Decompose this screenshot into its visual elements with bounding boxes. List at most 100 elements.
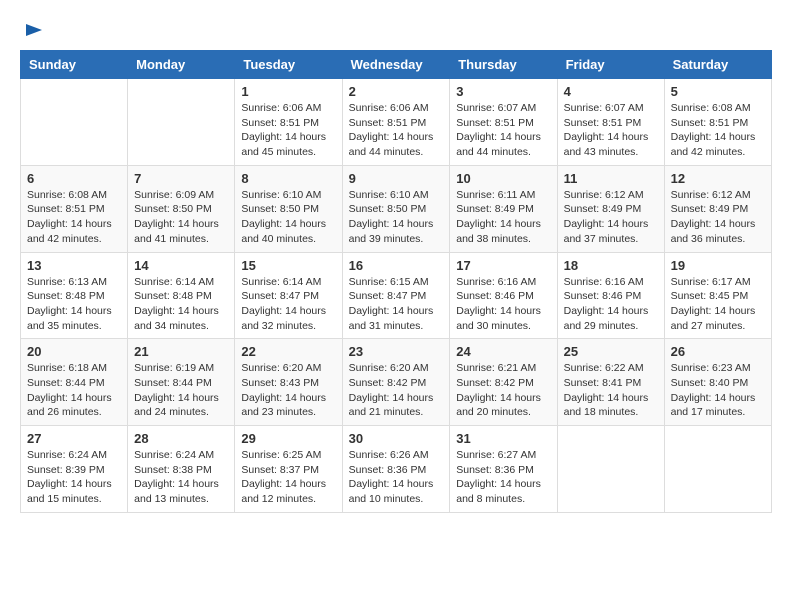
day-info: Sunrise: 6:06 AM Sunset: 8:51 PM Dayligh… [349,101,444,160]
calendar-cell: 17 Sunrise: 6:16 AM Sunset: 8:46 PM Dayli… [450,252,557,339]
calendar-cell [557,426,664,513]
calendar-cell: 22 Sunrise: 6:20 AM Sunset: 8:43 PM Dayli… [235,339,342,426]
calendar-cell: 8 Sunrise: 6:10 AM Sunset: 8:50 PM Daylig… [235,165,342,252]
day-number: 22 [241,344,335,359]
calendar-cell: 25 Sunrise: 6:22 AM Sunset: 8:41 PM Dayli… [557,339,664,426]
logo-flag-icon [22,20,46,44]
calendar-week-row: 13Sunrise: 6:13 AM Sunset: 8:48 PM Dayli… [21,252,772,339]
day-info: Sunrise: 6:15 AM Sunset: 8:47 PM Dayligh… [349,275,444,334]
day-info: Sunrise: 6:10 AM Sunset: 8:50 PM Dayligh… [349,188,444,247]
calendar-cell: 26 Sunrise: 6:23 AM Sunset: 8:40 PM Dayli… [664,339,771,426]
calendar-cell: 1Sunrise: 6:06 AM Sunset: 8:51 PM Daylig… [235,79,342,166]
logo [20,20,46,40]
calendar-header-row: SundayMondayTuesdayWednesdayThursdayFrid… [21,51,772,79]
calendar-cell: 18 Sunrise: 6:16 AM Sunset: 8:46 PM Dayli… [557,252,664,339]
day-info: Sunrise: 6:23 AM Sunset: 8:40 PM Dayligh… [671,361,765,420]
day-info: Sunrise: 6:20 AM Sunset: 8:42 PM Dayligh… [349,361,444,420]
day-number: 25 [564,344,658,359]
day-number: 23 [349,344,444,359]
calendar-week-row: 1Sunrise: 6:06 AM Sunset: 8:51 PM Daylig… [21,79,772,166]
day-info: Sunrise: 6:19 AM Sunset: 8:44 PM Dayligh… [134,361,228,420]
calendar-cell: 24 Sunrise: 6:21 AM Sunset: 8:42 PM Dayli… [450,339,557,426]
calendar-cell: 29 Sunrise: 6:25 AM Sunset: 8:37 PM Dayli… [235,426,342,513]
day-number: 13 [27,258,121,273]
calendar-week-row: 6Sunrise: 6:08 AM Sunset: 8:51 PM Daylig… [21,165,772,252]
weekday-header-friday: Friday [557,51,664,79]
day-info: Sunrise: 6:21 AM Sunset: 8:42 PM Dayligh… [456,361,550,420]
day-info: Sunrise: 6:07 AM Sunset: 8:51 PM Dayligh… [564,101,658,160]
day-number: 8 [241,171,335,186]
day-info: Sunrise: 6:25 AM Sunset: 8:37 PM Dayligh… [241,448,335,507]
day-number: 27 [27,431,121,446]
calendar-cell [21,79,128,166]
calendar-cell: 16Sunrise: 6:15 AM Sunset: 8:47 PM Dayli… [342,252,450,339]
day-info: Sunrise: 6:12 AM Sunset: 8:49 PM Dayligh… [564,188,658,247]
day-info: Sunrise: 6:18 AM Sunset: 8:44 PM Dayligh… [27,361,121,420]
weekday-header-wednesday: Wednesday [342,51,450,79]
calendar-cell: 9 Sunrise: 6:10 AM Sunset: 8:50 PM Daylig… [342,165,450,252]
day-info: Sunrise: 6:22 AM Sunset: 8:41 PM Dayligh… [564,361,658,420]
weekday-header-sunday: Sunday [21,51,128,79]
calendar-cell: 13Sunrise: 6:13 AM Sunset: 8:48 PM Dayli… [21,252,128,339]
day-number: 14 [134,258,228,273]
page-header [20,20,772,40]
day-info: Sunrise: 6:20 AM Sunset: 8:43 PM Dayligh… [241,361,335,420]
calendar-week-row: 20 Sunrise: 6:18 AM Sunset: 8:44 PM Dayli… [21,339,772,426]
calendar-cell: 12 Sunrise: 6:12 AM Sunset: 8:49 PM Dayli… [664,165,771,252]
day-number: 2 [349,84,444,99]
day-number: 11 [564,171,658,186]
calendar-cell: 7 Sunrise: 6:09 AM Sunset: 8:50 PM Daylig… [128,165,235,252]
day-number: 3 [456,84,550,99]
day-number: 12 [671,171,765,186]
calendar-cell: 4 Sunrise: 6:07 AM Sunset: 8:51 PM Daylig… [557,79,664,166]
day-info: Sunrise: 6:09 AM Sunset: 8:50 PM Dayligh… [134,188,228,247]
day-number: 29 [241,431,335,446]
day-number: 24 [456,344,550,359]
calendar-cell: 10Sunrise: 6:11 AM Sunset: 8:49 PM Dayli… [450,165,557,252]
day-info: Sunrise: 6:27 AM Sunset: 8:36 PM Dayligh… [456,448,550,507]
day-info: Sunrise: 6:07 AM Sunset: 8:51 PM Dayligh… [456,101,550,160]
calendar-cell: 15 Sunrise: 6:14 AM Sunset: 8:47 PM Dayli… [235,252,342,339]
day-info: Sunrise: 6:17 AM Sunset: 8:45 PM Dayligh… [671,275,765,334]
day-number: 9 [349,171,444,186]
calendar-week-row: 27Sunrise: 6:24 AM Sunset: 8:39 PM Dayli… [21,426,772,513]
calendar-cell: 2 Sunrise: 6:06 AM Sunset: 8:51 PM Daylig… [342,79,450,166]
day-number: 7 [134,171,228,186]
day-info: Sunrise: 6:16 AM Sunset: 8:46 PM Dayligh… [456,275,550,334]
day-number: 15 [241,258,335,273]
day-number: 26 [671,344,765,359]
calendar-cell: 6Sunrise: 6:08 AM Sunset: 8:51 PM Daylig… [21,165,128,252]
day-info: Sunrise: 6:16 AM Sunset: 8:46 PM Dayligh… [564,275,658,334]
calendar-cell: 11 Sunrise: 6:12 AM Sunset: 8:49 PM Dayli… [557,165,664,252]
day-info: Sunrise: 6:06 AM Sunset: 8:51 PM Dayligh… [241,101,335,160]
calendar-table: SundayMondayTuesdayWednesdayThursdayFrid… [20,50,772,513]
day-number: 17 [456,258,550,273]
day-info: Sunrise: 6:24 AM Sunset: 8:38 PM Dayligh… [134,448,228,507]
calendar-cell: 19 Sunrise: 6:17 AM Sunset: 8:45 PM Dayli… [664,252,771,339]
day-number: 20 [27,344,121,359]
day-number: 4 [564,84,658,99]
day-number: 30 [349,431,444,446]
day-info: Sunrise: 6:26 AM Sunset: 8:36 PM Dayligh… [349,448,444,507]
day-number: 19 [671,258,765,273]
calendar-cell: 31 Sunrise: 6:27 AM Sunset: 8:36 PM Dayli… [450,426,557,513]
weekday-header-thursday: Thursday [450,51,557,79]
weekday-header-saturday: Saturday [664,51,771,79]
day-info: Sunrise: 6:12 AM Sunset: 8:49 PM Dayligh… [671,188,765,247]
day-info: Sunrise: 6:10 AM Sunset: 8:50 PM Dayligh… [241,188,335,247]
day-number: 18 [564,258,658,273]
day-number: 31 [456,431,550,446]
calendar-cell: 23 Sunrise: 6:20 AM Sunset: 8:42 PM Dayli… [342,339,450,426]
calendar-cell: 3 Sunrise: 6:07 AM Sunset: 8:51 PM Daylig… [450,79,557,166]
calendar-cell: 28 Sunrise: 6:24 AM Sunset: 8:38 PM Dayli… [128,426,235,513]
day-info: Sunrise: 6:14 AM Sunset: 8:47 PM Dayligh… [241,275,335,334]
calendar-cell: 5 Sunrise: 6:08 AM Sunset: 8:51 PM Daylig… [664,79,771,166]
day-number: 28 [134,431,228,446]
calendar-cell: 14 Sunrise: 6:14 AM Sunset: 8:48 PM Dayli… [128,252,235,339]
day-info: Sunrise: 6:08 AM Sunset: 8:51 PM Dayligh… [671,101,765,160]
calendar-cell: 27Sunrise: 6:24 AM Sunset: 8:39 PM Dayli… [21,426,128,513]
day-number: 5 [671,84,765,99]
day-info: Sunrise: 6:14 AM Sunset: 8:48 PM Dayligh… [134,275,228,334]
day-info: Sunrise: 6:08 AM Sunset: 8:51 PM Dayligh… [27,188,121,247]
weekday-header-tuesday: Tuesday [235,51,342,79]
